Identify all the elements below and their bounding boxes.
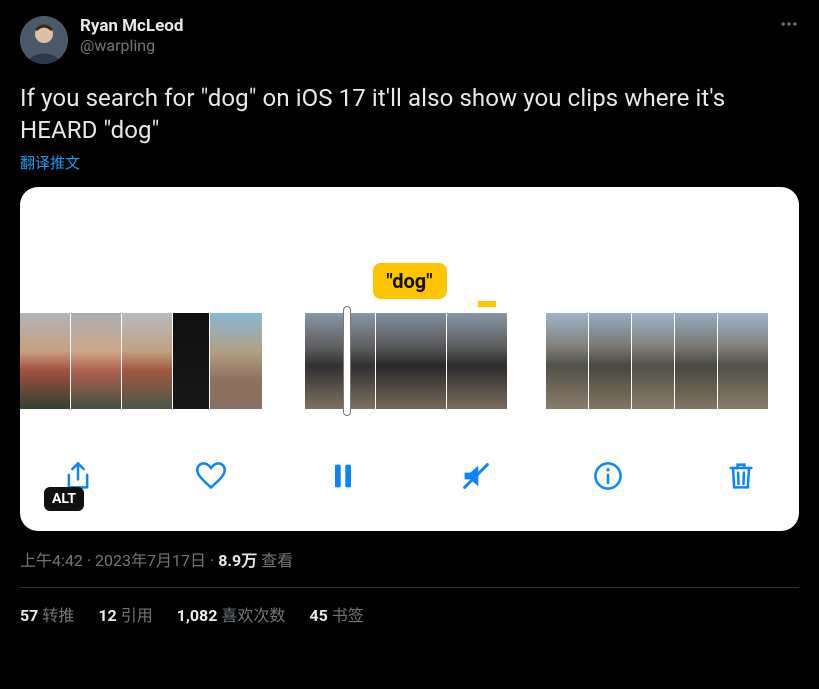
pause-button[interactable] <box>327 456 359 496</box>
info-button[interactable] <box>592 456 624 496</box>
tweet-header: Ryan McLeod @warpling <box>20 16 799 64</box>
media-toolbar <box>20 421 799 531</box>
tweet-text: If you search for "dog" on iOS 17 it'll … <box>20 82 799 146</box>
bookmarks-stat[interactable]: 45书签 <box>309 602 363 626</box>
timeline-thumbnail <box>122 313 172 409</box>
mute-button[interactable] <box>460 456 492 496</box>
timeline-thumbnail <box>632 313 674 409</box>
search-term-pill: "dog" <box>372 263 446 299</box>
timeline-thumbnail <box>718 313 768 409</box>
user-info[interactable]: Ryan McLeod @warpling <box>80 16 183 56</box>
timestamp[interactable]: 上午4:42 <box>20 551 83 570</box>
trash-button[interactable] <box>725 456 757 496</box>
media-attachment[interactable]: "dog" <box>20 187 799 531</box>
timeline-gap <box>263 313 305 409</box>
translate-link[interactable]: 翻译推文 <box>20 152 80 173</box>
quotes-stat[interactable]: 12引用 <box>98 602 152 626</box>
timeline-thumbnail <box>376 313 446 409</box>
tweet-meta: 上午4:42·2023年7月17日·8.9万 查看 <box>20 547 799 571</box>
timeline-thumbnail <box>675 313 717 409</box>
alt-badge[interactable]: ALT <box>44 487 84 511</box>
timeline-gap <box>508 313 546 409</box>
stats-row: 57转推 12引用 1,082喜欢次数 45书签 <box>20 602 799 626</box>
more-icon[interactable] <box>779 14 799 39</box>
playhead[interactable] <box>344 307 350 415</box>
marker-tick <box>478 301 496 307</box>
video-timeline[interactable] <box>20 313 799 409</box>
timeline-thumbnail <box>447 313 507 409</box>
timeline-thumbnail <box>305 313 375 409</box>
timeline-thumbnail <box>173 313 209 409</box>
timeline-thumbnail <box>546 313 588 409</box>
likes-stat[interactable]: 1,082喜欢次数 <box>177 602 286 626</box>
display-name: Ryan McLeod <box>80 16 183 36</box>
views-count[interactable]: 8.9万 <box>218 551 257 570</box>
divider <box>20 587 799 588</box>
timeline-thumbnail <box>589 313 631 409</box>
like-button[interactable] <box>195 456 227 496</box>
avatar[interactable] <box>20 16 68 64</box>
timeline-thumbnail <box>20 313 70 409</box>
timeline-thumbnail <box>71 313 121 409</box>
date[interactable]: 2023年7月17日 <box>95 551 206 570</box>
retweets-stat[interactable]: 57转推 <box>20 602 74 626</box>
timeline-thumbnail <box>210 313 262 409</box>
views-label: 查看 <box>261 551 293 570</box>
tweet-container: Ryan McLeod @warpling If you search for … <box>0 0 819 638</box>
user-handle: @warpling <box>80 36 183 56</box>
